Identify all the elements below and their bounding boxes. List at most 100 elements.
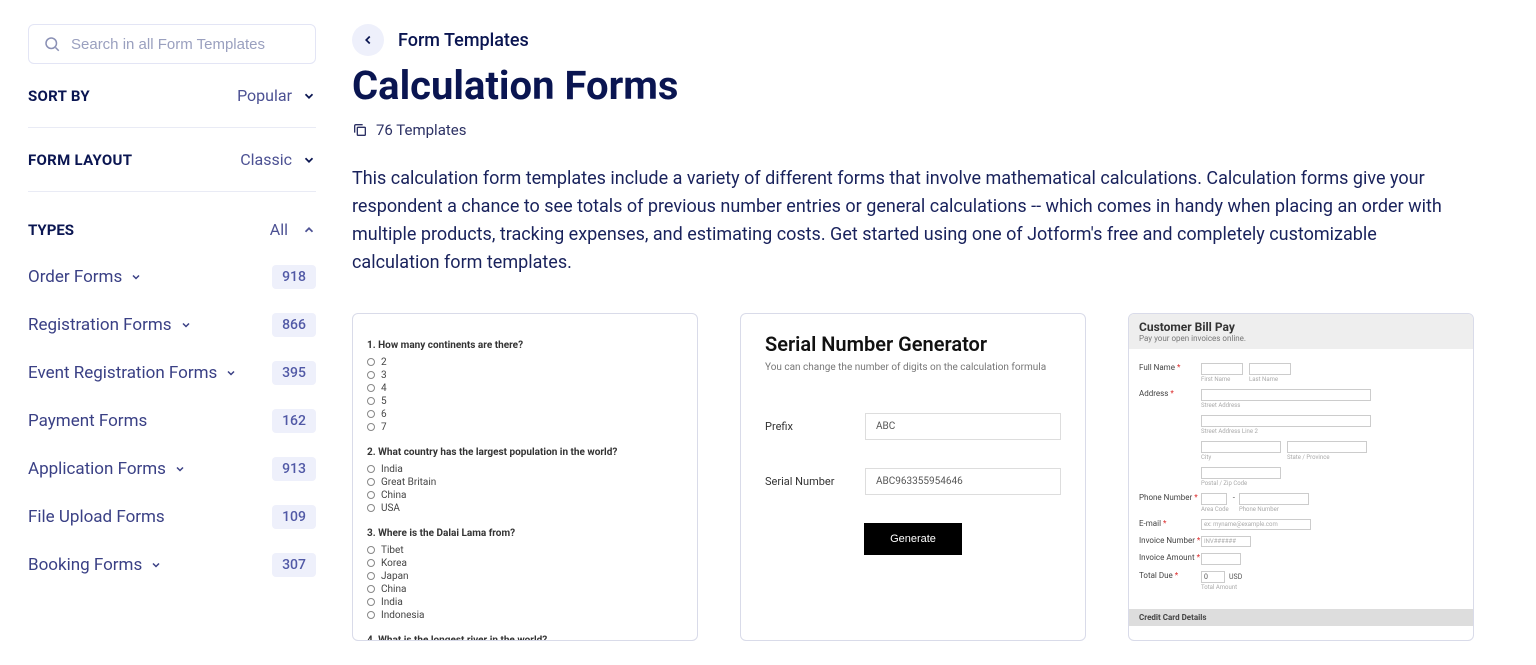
quiz-option: 5 [367,396,683,407]
serial-number-label: Serial Number [765,475,865,488]
radio-icon [367,598,375,606]
sidebar-type-item[interactable]: Registration Forms 866 [28,301,316,349]
quiz-option: Tibet [367,545,683,556]
bill-phone-label: Phone Number [1139,493,1192,502]
radio-icon [367,384,375,392]
sort-by-value: Popular [237,86,292,105]
bill-areacode-hint: Area Code [1201,506,1229,513]
bill-invoiceamt-label: Invoice Amount [1139,553,1195,562]
bill-lastname-hint: Last Name [1249,376,1291,383]
chevron-down-icon [174,463,186,475]
radio-icon [367,410,375,418]
quiz-option: Indonesia [367,610,683,621]
type-name: Payment Forms [28,411,147,431]
template-count: 76 Templates [376,121,466,139]
type-name: Registration Forms [28,315,192,335]
chevron-down-icon [225,367,237,379]
radio-icon [367,478,375,486]
form-layout-value: Classic [240,150,292,169]
types-header[interactable]: TYPES All [28,192,316,253]
quiz-option: Korea [367,558,683,569]
radio-icon [367,585,375,593]
type-name: Order Forms [28,267,142,287]
search-icon [43,35,61,53]
radio-icon [367,465,375,473]
sidebar-type-item[interactable]: Application Forms913 [28,445,316,493]
back-button[interactable] [352,24,384,56]
form-layout-selector[interactable]: FORM LAYOUT Classic [28,128,316,192]
sort-by-selector[interactable]: SORT BY Popular [28,64,316,128]
type-name: Application Forms [28,459,186,479]
search-input-wrap[interactable] [28,24,316,64]
template-card-serial[interactable]: Serial Number Generator You can change t… [740,313,1086,641]
chevron-up-icon [302,223,316,237]
bill-total-value: 0 [1201,571,1225,583]
radio-icon [367,504,375,512]
breadcrumb[interactable]: Form Templates [398,30,529,51]
bill-email-placeholder: ex: myname@example.com [1201,519,1311,530]
type-count: 918 [272,265,316,289]
bill-firstname-hint: First Name [1201,376,1243,383]
sidebar-type-item[interactable]: File Upload Forms 109 [28,493,316,541]
bill-street-hint: Street Address [1201,402,1463,409]
type-name: Booking Forms [28,555,162,575]
quiz-option: 2 [367,357,683,368]
radio-icon [367,423,375,431]
chevron-down-icon [150,559,162,571]
radio-icon [367,611,375,619]
bill-address-label: Address [1139,389,1168,398]
quiz-option: India [367,464,683,475]
chevron-down-icon [180,319,192,331]
quiz-option: 7 [367,422,683,433]
type-count: 109 [272,505,316,529]
template-card-quiz[interactable]: 1. How many continents are there? 234567… [352,313,698,641]
type-count: 307 [272,553,316,577]
search-input[interactable] [71,36,301,53]
quiz-q4: 4. What is the longest river in the worl… [367,635,683,641]
radio-icon [367,546,375,554]
sidebar-type-item[interactable]: Order Forms 918 [28,253,316,301]
serial-number-value: ABC963355954646 [865,468,1061,495]
chevron-down-icon [302,153,316,167]
type-name: Event Registration Forms [28,363,237,383]
chevron-down-icon [130,271,142,283]
type-count: 866 [272,313,316,337]
quiz-q3: 3. Where is the Dalai Lama from? [367,528,683,539]
chevron-left-icon [361,33,375,47]
description: This calculation form templates include … [352,165,1452,277]
bill-postal-hint: Postal / Zip Code [1201,480,1463,487]
bill-cc-section: Credit Card Details [1129,609,1473,626]
quiz-option: 6 [367,409,683,420]
chevron-down-icon [302,89,316,103]
bill-totaldue-label: Total Due [1139,571,1173,580]
bill-phonenum-hint: Phone Number [1239,506,1309,513]
type-name: File Upload Forms [28,507,165,527]
templates-icon [352,122,368,138]
radio-icon [367,358,375,366]
quiz-q1: 1. How many continents are there? [367,340,683,351]
quiz-option: USA [367,503,683,514]
serial-subtitle: You can change the number of digits on t… [765,362,1061,373]
sidebar-type-item[interactable]: Payment Forms 162 [28,397,316,445]
sidebar-type-item[interactable]: Event Registration Forms 395 [28,349,316,397]
bill-fullname-label: Full Name [1139,363,1175,372]
quiz-option: 4 [367,383,683,394]
bill-invoicenum-placeholder: INV###### [1201,536,1251,547]
radio-icon [367,559,375,567]
quiz-option: Japan [367,571,683,582]
bill-total-hint: Total Amount [1201,584,1242,591]
type-count: 395 [272,361,316,385]
radio-icon [367,572,375,580]
types-label: TYPES [28,221,74,239]
radio-icon [367,397,375,405]
template-card-bill-pay[interactable]: Customer Bill Pay Pay your open invoices… [1128,313,1474,641]
sidebar-type-item[interactable]: Booking Forms 307 [28,541,316,589]
quiz-option: China [367,584,683,595]
quiz-q2: 2. What country has the largest populati… [367,447,683,458]
type-count: 162 [272,409,316,433]
bill-city-hint: City [1201,454,1281,461]
page-title: Calculation Forms [352,62,1508,109]
radio-icon [367,491,375,499]
serial-title: Serial Number Generator [765,332,1061,356]
prefix-value: ABC [865,413,1061,440]
